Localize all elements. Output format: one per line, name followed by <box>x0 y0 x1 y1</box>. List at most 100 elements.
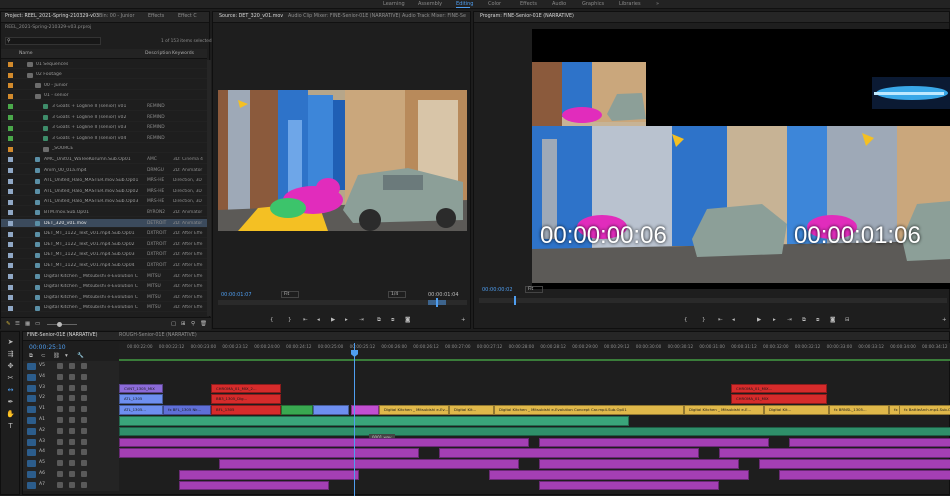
project-item-row[interactable]: AMC_Unit01_WaTeeKorumn.Sub.Op01 AMC 3D: Ci… <box>1 155 207 164</box>
new-item-icon[interactable]: ⊞ <box>181 321 186 327</box>
source-playhead[interactable] <box>436 298 438 307</box>
audio-clip[interactable] <box>119 437 529 448</box>
audio-clip[interactable] <box>439 448 699 458</box>
workspace-learning[interactable]: Learning <box>383 1 405 7</box>
mute-icon[interactable] <box>57 417 63 423</box>
mic-icon[interactable] <box>81 449 87 456</box>
video-clip[interactable]: ATL_1305 <box>119 394 163 404</box>
label-color-swatch[interactable] <box>8 83 13 89</box>
track-target-toggle[interactable] <box>27 373 36 381</box>
search-bin-icon[interactable]: ⚲ <box>191 321 195 327</box>
label-color-swatch[interactable] <box>8 242 13 248</box>
label-color-swatch[interactable] <box>8 295 13 301</box>
project-folder-row[interactable]: 02 Footage <box>1 71 207 80</box>
sync-icon[interactable] <box>69 395 75 402</box>
track-target-toggle[interactable] <box>27 438 36 446</box>
track-target-toggle[interactable] <box>27 384 36 392</box>
solo-icon[interactable] <box>69 481 75 488</box>
audio-clip[interactable] <box>789 437 950 448</box>
audio-clip[interactable] <box>489 470 749 480</box>
column-description[interactable]: Description <box>145 51 171 56</box>
track-target-toggle[interactable] <box>27 481 36 489</box>
mute-icon[interactable] <box>57 481 63 488</box>
audio-clip[interactable] <box>179 470 359 480</box>
video-clip[interactable]: Digital Kit... <box>449 405 494 415</box>
project-item-row[interactable]: 3 Goats + Logline II (senior) v03 REMIND <box>1 124 207 133</box>
project-item-row[interactable]: ATL_United_Halo_MASTER.mov.Sub.Op03 MRS-H… <box>1 198 207 207</box>
extract-icon[interactable]: ⧈ <box>816 317 820 323</box>
mark-in-icon[interactable]: { <box>684 317 688 323</box>
audio-clip[interactable] <box>719 448 950 458</box>
zoom-slider-handle[interactable] <box>57 322 62 327</box>
track-target-toggle[interactable] <box>27 460 36 468</box>
audio-track-header[interactable]: A2 <box>23 425 119 437</box>
label-color-swatch[interactable] <box>8 274 13 279</box>
tab-effects[interactable]: Effects <box>148 14 164 19</box>
video-clip[interactable]: fx BRNSL_1305... <box>829 405 889 415</box>
add-button-icon[interactable]: + <box>942 317 947 323</box>
workspace-audio[interactable]: Audio <box>552 1 566 7</box>
project-item-row[interactable]: 3 Goats + Logline II (senior) v01 REMIND <box>1 102 207 111</box>
sync-icon[interactable] <box>69 363 75 369</box>
freeform-view-icon[interactable]: ▭ <box>35 321 40 327</box>
step-forward-icon[interactable]: ▸ <box>773 317 776 323</box>
column-keywords[interactable]: Keywords <box>172 51 194 56</box>
audio-clip[interactable] <box>539 459 739 469</box>
tab-program[interactable]: Program: FINE-Senior-01E (NARRATIVE) <box>480 14 574 19</box>
video-clip[interactable]: BB3_1305_Dig... <box>211 394 281 404</box>
workspace-effects[interactable]: Effects <box>520 1 537 7</box>
project-item-row[interactable]: DET_MT_1122_Text_v01.mp4.Sub.Op02 DXTROIT… <box>1 240 207 249</box>
video-clip[interactable] <box>281 405 313 415</box>
source-fit-dropdown[interactable]: Fit <box>281 291 299 298</box>
video-clip[interactable] <box>313 405 349 415</box>
lift-icon[interactable]: ⧉ <box>802 317 806 323</box>
workspace-libraries[interactable]: Libraries <box>619 1 641 7</box>
video-clip[interactable]: CVNT_1305_MIX <box>119 383 163 394</box>
comparison-view-icon[interactable]: ⊟ <box>845 317 850 323</box>
video-clip[interactable]: CHROMA_01_MIX_2... <box>211 383 281 394</box>
track-target-toggle[interactable] <box>27 395 36 403</box>
workspace-assembly[interactable]: Assembly <box>418 1 442 7</box>
source-timecode[interactable]: 00:00:01:07 <box>221 292 252 298</box>
mic-icon[interactable] <box>81 427 87 434</box>
project-item-row[interactable]: DET_MT_1122_Text_v01.mp4.Sub.Op01 DXTROIT… <box>1 230 207 239</box>
project-item-row[interactable]: BTM.mov.Sub.Op01 BYRON2 2D: Animator <box>1 208 207 217</box>
mute-icon[interactable] <box>57 438 63 445</box>
project-search-input[interactable]: ⚲ <box>5 37 101 45</box>
label-color-swatch[interactable] <box>8 305 13 311</box>
source-scrub-bar[interactable] <box>218 298 467 307</box>
audio-track-header[interactable]: A4 <box>23 447 119 459</box>
track-target-toggle[interactable] <box>27 406 36 414</box>
audio-track-header[interactable]: A7 <box>23 479 119 491</box>
add-button-icon[interactable]: + <box>461 317 466 323</box>
timeline-timecode[interactable]: 00:00:25:10 <box>29 344 66 351</box>
video-clip[interactable]: fx BattleArch.mp4.Sub.Op02 <box>899 405 950 415</box>
lock-icon[interactable] <box>57 406 63 413</box>
mute-icon[interactable] <box>57 449 63 456</box>
go-to-in-icon[interactable]: ⇤ <box>303 317 308 323</box>
audio-clip[interactable] <box>119 426 950 437</box>
export-frame-icon[interactable]: ◙ <box>405 317 410 323</box>
hand-tool-icon[interactable]: ✋ <box>6 410 15 419</box>
tab-bin-junior[interactable]: Bin: 00 - Junior <box>99 14 134 19</box>
mic-icon[interactable] <box>81 481 87 488</box>
project-folder-row[interactable]: 01 Sequences <box>1 60 207 69</box>
label-color-swatch[interactable] <box>8 115 13 120</box>
project-scrollbar[interactable] <box>207 60 211 316</box>
insert-icon[interactable]: ⧉ <box>377 317 381 323</box>
label-color-swatch[interactable] <box>8 136 13 142</box>
razor-tool-icon[interactable]: ✂ <box>6 374 15 383</box>
mic-icon[interactable] <box>81 417 87 423</box>
label-color-swatch[interactable] <box>8 168 13 173</box>
export-frame-icon[interactable]: ◙ <box>830 317 835 323</box>
mic-icon[interactable] <box>81 471 87 477</box>
audio-clip[interactable] <box>759 459 950 469</box>
audio-clip[interactable] <box>219 459 519 469</box>
project-item-row[interactable]: 3 Goats + Logline II (senior) v04 REMIND <box>1 134 207 143</box>
project-item-row[interactable]: ATL_United_Halo_MASTER.mov.Sub.Op02 MRS-H… <box>1 187 207 196</box>
list-view-icon[interactable]: ☰ <box>15 321 20 327</box>
program-scrub-bar[interactable] <box>479 296 947 305</box>
audio-track-header[interactable]: A1 <box>23 415 119 426</box>
track-target-toggle[interactable] <box>27 449 36 457</box>
eye-icon[interactable] <box>81 384 87 391</box>
